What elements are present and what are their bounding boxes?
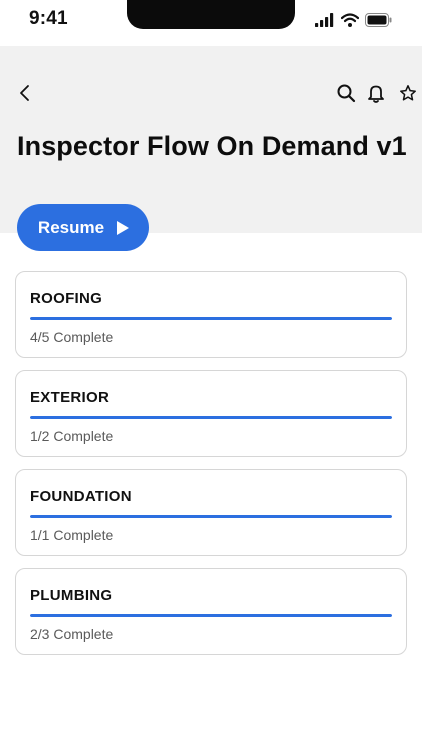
- section-progress-bar: [30, 317, 392, 320]
- page-title: Inspector Flow On Demand v1: [17, 131, 407, 161]
- section-card-plumbing[interactable]: PLUMBING 2/3 Complete: [15, 568, 407, 655]
- status-icons: [315, 12, 392, 28]
- section-title: EXTERIOR: [30, 389, 110, 406]
- status-time: 9:41: [29, 8, 68, 29]
- back-chevron-icon: [20, 85, 29, 101]
- wifi-icon: [341, 13, 359, 27]
- section-progress-fill: [30, 416, 392, 419]
- device-notch: [127, 0, 295, 29]
- resume-button[interactable]: Resume: [17, 204, 149, 251]
- section-progress-fill: [30, 515, 392, 518]
- resume-button-label: Resume: [37, 217, 105, 237]
- favorite-button[interactable]: [395, 80, 421, 106]
- section-progress-bar: [30, 614, 392, 617]
- app-screen: 9:41 Inspector Flow On Demand v1 Resume …: [0, 0, 422, 750]
- battery-icon: [365, 13, 392, 27]
- section-progress-fill: [30, 317, 392, 320]
- section-status: 1/2 Complete: [30, 428, 114, 444]
- back-button[interactable]: [12, 80, 38, 106]
- section-progress-bar: [30, 515, 392, 518]
- search-button[interactable]: [333, 80, 359, 106]
- play-icon: [117, 220, 130, 235]
- section-card-roofing[interactable]: ROOFING 4/5 Complete: [15, 271, 407, 358]
- section-progress-bar: [30, 416, 392, 419]
- section-progress-fill: [30, 614, 392, 617]
- star-icon: [400, 85, 416, 101]
- bell-icon: [368, 85, 384, 103]
- section-status: 1/1 Complete: [30, 527, 114, 543]
- section-status: 4/5 Complete: [30, 329, 114, 345]
- section-card-foundation[interactable]: FOUNDATION 1/1 Complete: [15, 469, 407, 556]
- search-icon: [337, 84, 356, 103]
- section-title: ROOFING: [30, 290, 103, 307]
- section-title: FOUNDATION: [30, 488, 132, 505]
- section-title: PLUMBING: [30, 587, 113, 604]
- cellular-signal-icon: [315, 13, 335, 27]
- section-card-exterior[interactable]: EXTERIOR 1/2 Complete: [15, 370, 407, 457]
- section-list: ROOFING 4/5 Complete EXTERIOR 1/2 Comple…: [15, 271, 407, 667]
- notifications-button[interactable]: [363, 80, 389, 106]
- status-bar: 9:41: [0, 0, 422, 46]
- section-status: 2/3 Complete: [30, 626, 114, 642]
